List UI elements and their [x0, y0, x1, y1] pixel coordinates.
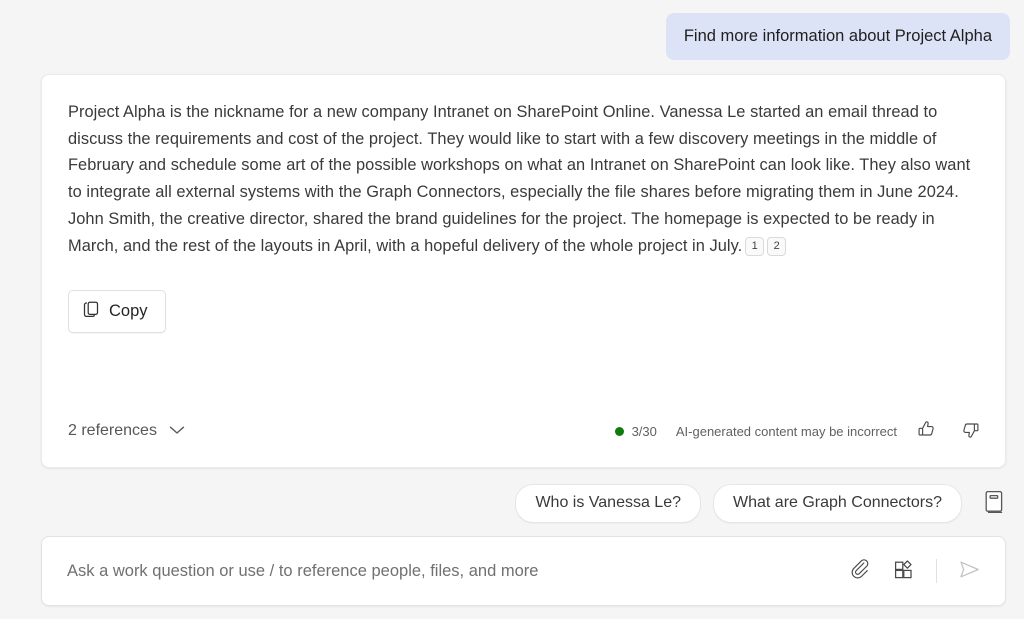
suggestion-chip-2[interactable]: What are Graph Connectors? [713, 484, 962, 523]
answer-body: Project Alpha is the nickname for a new … [68, 99, 979, 259]
paperclip-icon [850, 558, 874, 585]
citation-2[interactable]: 2 [767, 237, 787, 257]
user-message-bubble: Find more information about Project Alph… [665, 13, 1010, 60]
thumbs-up-button[interactable] [911, 416, 941, 446]
answer-actions-row: Copy [68, 290, 979, 334]
copy-button-label: Copy [109, 302, 148, 321]
prompt-guide-button[interactable] [978, 487, 1010, 521]
ai-disclaimer: AI-generated content may be incorrect [675, 423, 897, 439]
attach-button[interactable] [844, 553, 880, 589]
references-label: 2 references [68, 422, 157, 439]
citation-1[interactable]: 1 [745, 237, 765, 257]
suggestion-chip-1[interactable]: Who is Vanessa Le? [515, 484, 701, 523]
references-toggle[interactable]: 2 references [68, 422, 185, 440]
thumbs-down-button[interactable] [955, 416, 985, 446]
composer-bar [41, 536, 1006, 606]
send-button[interactable] [951, 553, 987, 589]
apps-grid-icon [892, 558, 916, 585]
composer-actions [844, 553, 987, 589]
answer-card: Project Alpha is the nickname for a new … [41, 74, 1006, 468]
status-dot-icon [614, 426, 624, 436]
prompt-guide-book-icon [983, 489, 1005, 519]
user-message-row: Find more information about Project Alph… [0, 0, 1024, 60]
thumbs-down-icon [960, 419, 981, 443]
answer-body-text: Project Alpha is the nickname for a new … [68, 103, 971, 255]
copy-icon [83, 300, 100, 323]
usage-count-label: 3/30 [631, 423, 657, 439]
copy-button[interactable]: Copy [68, 290, 166, 334]
suggested-prompts-row: Who is Vanessa Le? What are Graph Connec… [515, 484, 1010, 523]
answer-card-footer: 2 references 3/30 AI-generated content m… [68, 416, 985, 446]
answer-footer-right: 3/30 AI-generated content may be incorre… [614, 416, 985, 446]
composer-divider [936, 559, 937, 583]
thumbs-up-icon [916, 419, 937, 443]
usage-counter: 3/30 [614, 423, 657, 439]
plugins-button[interactable] [886, 553, 922, 589]
send-plane-icon [957, 557, 982, 585]
message-input[interactable] [67, 561, 844, 581]
chevron-down-icon [169, 422, 185, 440]
